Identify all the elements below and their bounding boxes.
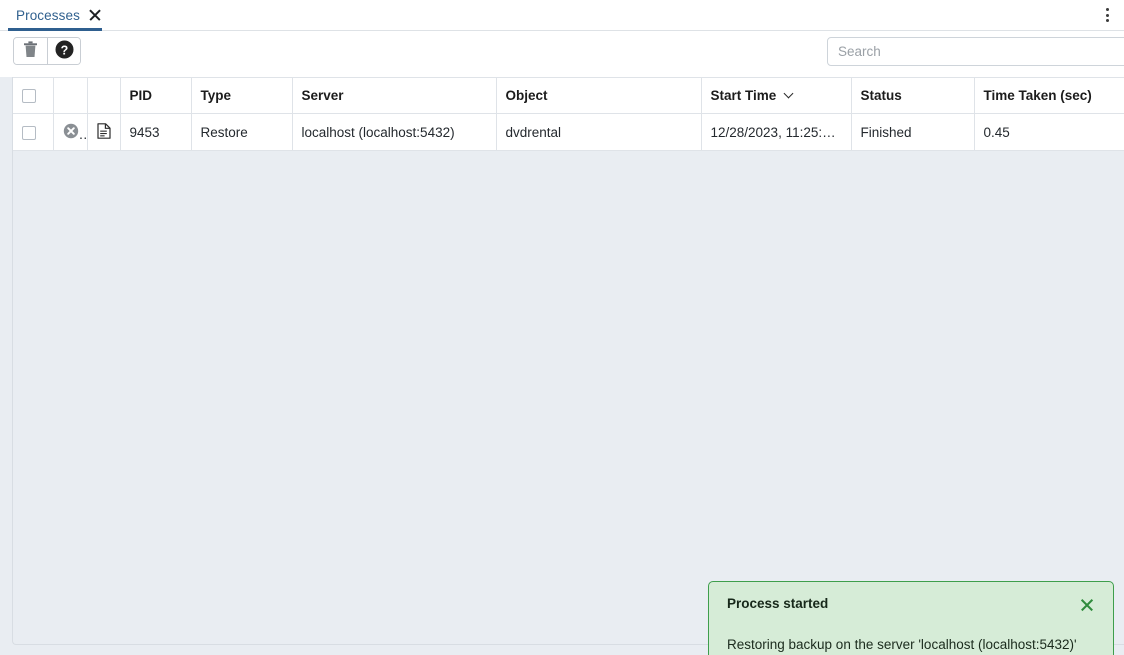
kebab-dot [1105,8,1109,11]
column-header-status[interactable]: Status [851,77,975,114]
processes-window: Processes ? Search PID Type Server Objec… [0,0,1124,655]
search-input[interactable] [827,37,1124,66]
cell-server: localhost (localhost:5432) [292,113,497,151]
cell-time-taken: 0.45 [974,113,1124,151]
column-header-object[interactable]: Object [496,77,702,114]
column-header-time-taken[interactable]: Time Taken (sec) [974,77,1124,114]
row-checkbox[interactable] [22,125,36,140]
notification-header: Process started [727,596,1095,616]
row-select-cell [13,113,54,151]
select-all-checkbox[interactable] [22,89,36,104]
row-stop-cell [53,113,88,151]
toolbar: ? [0,31,1124,77]
processes-table: PID Type Server Object Start Time Status… [13,77,1124,151]
table-row[interactable]: 9453 Restore localhost (localhost:5432) … [13,113,1124,151]
tab-processes[interactable]: Processes [12,0,110,30]
column-header-server[interactable]: Server [292,77,497,114]
column-header-select [13,77,54,114]
cell-start-time: 12/28/2023, 11:25:3… [701,113,852,151]
svg-text:?: ? [60,43,68,57]
cell-pid: 9453 [120,113,192,151]
column-header-start-time[interactable]: Start Time [701,77,852,114]
column-header-start-time-label: Start Time [710,88,777,103]
column-header-stop [53,77,88,114]
kebab-dot [1105,19,1109,22]
close-icon[interactable] [89,9,102,22]
notification-title: Process started [727,596,829,611]
trash-icon [23,41,38,61]
help-button[interactable]: ? [47,38,80,64]
table-header-row: PID Type Server Object Start Time Status… [13,77,1124,114]
tab-bar: Processes [0,0,1124,31]
help-circle-icon: ? [55,40,74,62]
stop-circle-icon[interactable] [63,123,79,142]
document-log-icon[interactable] [96,122,111,142]
processes-grid-panel: PID Type Server Object Start Time Status… [12,77,1124,645]
cell-type: Restore [191,113,293,151]
cell-status: Finished [851,113,975,151]
processes-table-area: PID Type Server Object Start Time Status… [0,77,1124,655]
search-field-wrapper [827,37,1124,66]
table-body: 9453 Restore localhost (localhost:5432) … [13,113,1124,151]
delete-process-button[interactable] [14,38,47,64]
table-header: PID Type Server Object Start Time Status… [13,77,1124,114]
close-icon[interactable] [1079,597,1095,613]
column-header-type[interactable]: Type [191,77,293,114]
row-log-cell [87,113,121,151]
cell-object: dvdrental [496,113,702,151]
column-header-pid[interactable]: PID [120,77,192,114]
column-header-log [87,77,121,114]
process-started-notification: Process started Restoring backup on the … [708,581,1114,655]
tab-processes-label: Processes [16,7,80,23]
kebab-dot [1105,13,1109,17]
toolbar-button-group: ? [13,37,81,65]
kebab-menu-icon[interactable] [1094,2,1120,28]
notification-message: Restoring backup on the server 'localhos… [727,637,1077,652]
sort-descending-icon [785,90,794,99]
